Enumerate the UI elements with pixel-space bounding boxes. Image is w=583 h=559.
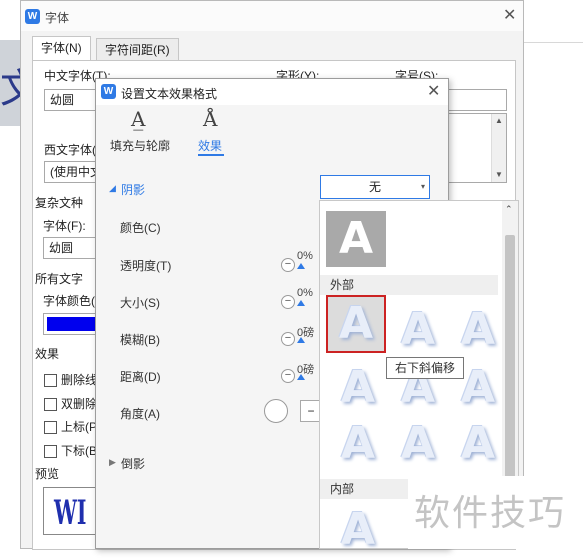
effects-icon[interactable]: Å [203, 107, 217, 131]
double-strikethrough-label: 双删除 [61, 397, 98, 411]
transparency-slider-thumb[interactable] [297, 263, 305, 269]
wps-app-icon: W [101, 84, 116, 99]
shadow-size-label: 大小(S) [120, 296, 160, 310]
shadow-preset-offset-top-right[interactable]: A [328, 415, 388, 473]
shadow-preset-value: 无 [368, 180, 381, 194]
shadow-preset-offset-right[interactable]: A [328, 359, 388, 417]
all-text-section-heading: 所有文字 [35, 272, 84, 286]
gallery-section-outer: 外部 [320, 275, 498, 295]
distance-slider-thumb[interactable] [297, 374, 305, 380]
blur-decrement-button[interactable]: − [281, 332, 295, 346]
double-strikethrough-checkbox[interactable] [44, 398, 57, 411]
font-size-scrollbar[interactable]: ▲ ▼ [491, 114, 506, 182]
shadow-preset-inner-top-left[interactable]: A [328, 501, 388, 559]
scroll-up-icon[interactable]: ▲ [495, 116, 503, 125]
close-icon[interactable]: ✕ [503, 8, 516, 24]
watermark-text: 软件技巧 [408, 476, 583, 549]
tab-character-spacing[interactable]: 字符间距(R) [96, 38, 179, 60]
collapse-arrow-icon[interactable]: ◢ [109, 183, 116, 194]
transparency-value: 0% [297, 250, 313, 262]
shadow-color-label: 颜色(C) [120, 221, 161, 235]
distance-decrement-button[interactable]: − [281, 369, 295, 383]
gallery-scrollbar-thumb[interactable] [505, 235, 515, 495]
shadow-angle-label: 角度(A) [120, 407, 160, 421]
tab-font[interactable]: 字体(N) [32, 36, 91, 60]
shadow-preset-dropdown[interactable]: 无 ▾ [320, 175, 430, 199]
superscript-label: 上标(P [61, 420, 98, 434]
close-icon[interactable]: ✕ [427, 84, 440, 100]
shadow-preset-offset-top[interactable]: A [388, 415, 448, 473]
font-dialog-titlebar: W 字体 ✕ [21, 1, 523, 31]
complex-font-label: 字体(F): [43, 219, 86, 233]
shadow-preset-none[interactable]: A [326, 211, 386, 267]
blur-slider-thumb[interactable] [297, 337, 305, 343]
shadow-preset-offset-bottom-left[interactable]: A [448, 301, 508, 359]
shadow-preset-offset-bottom-right[interactable]: A [326, 295, 386, 353]
chevron-down-icon[interactable]: ▾ [421, 176, 425, 198]
shadow-preset-offset-top-left[interactable]: A [448, 415, 508, 473]
effects-section-heading: 效果 [35, 347, 60, 361]
gallery-section-inner: 内部 [320, 479, 408, 499]
scroll-down-icon[interactable]: ▼ [495, 170, 503, 179]
subscript-checkbox[interactable] [44, 445, 57, 458]
scroll-up-icon[interactable]: ⌃ [505, 204, 513, 215]
expand-arrow-icon[interactable]: ▶ [109, 457, 116, 468]
document-divider [523, 42, 583, 43]
shadow-blur-label: 模糊(B) [120, 333, 160, 347]
shadow-preset-offset-bottom[interactable]: A [388, 301, 448, 359]
text-effect-titlebar: W 设置文本效果格式 ✕ [96, 79, 448, 105]
reflection-section-heading[interactable]: 倒影 [121, 455, 145, 472]
strikethrough-checkbox[interactable] [44, 374, 57, 387]
complex-section-heading: 复杂文种 [35, 196, 84, 210]
size-value: 0% [297, 287, 313, 299]
angle-dial[interactable] [264, 399, 288, 423]
shadow-transparency-label: 透明度(T) [120, 259, 172, 273]
size-slider-thumb[interactable] [297, 300, 305, 306]
tab-effects[interactable]: 效果 [198, 137, 222, 154]
shadow-preset-tooltip: 右下斜偏移 [386, 357, 465, 379]
subscript-label: 下标(B [61, 444, 98, 458]
superscript-checkbox[interactable] [44, 421, 57, 434]
preview-text: WI [54, 493, 87, 533]
text-effect-title: 设置文本效果格式 [121, 87, 218, 101]
font-color-label: 字体颜色( [43, 294, 95, 308]
shadow-section-heading[interactable]: 阴影 [121, 181, 145, 198]
preview-heading: 预览 [35, 467, 60, 481]
font-dialog-title: 字体 [45, 11, 70, 25]
shadow-distance-label: 距离(D) [120, 370, 161, 384]
tab-fill-outline[interactable]: 填充与轮廓 [110, 137, 170, 154]
transparency-decrement-button[interactable]: − [281, 258, 295, 272]
wps-app-icon: W [25, 9, 40, 24]
size-decrement-button[interactable]: − [281, 295, 295, 309]
strikethrough-label: 删除线 [61, 373, 98, 387]
western-font-label: 西文字体( [44, 143, 96, 157]
fill-outline-icon[interactable]: A̲ [131, 107, 145, 131]
active-tab-indicator [198, 154, 224, 156]
